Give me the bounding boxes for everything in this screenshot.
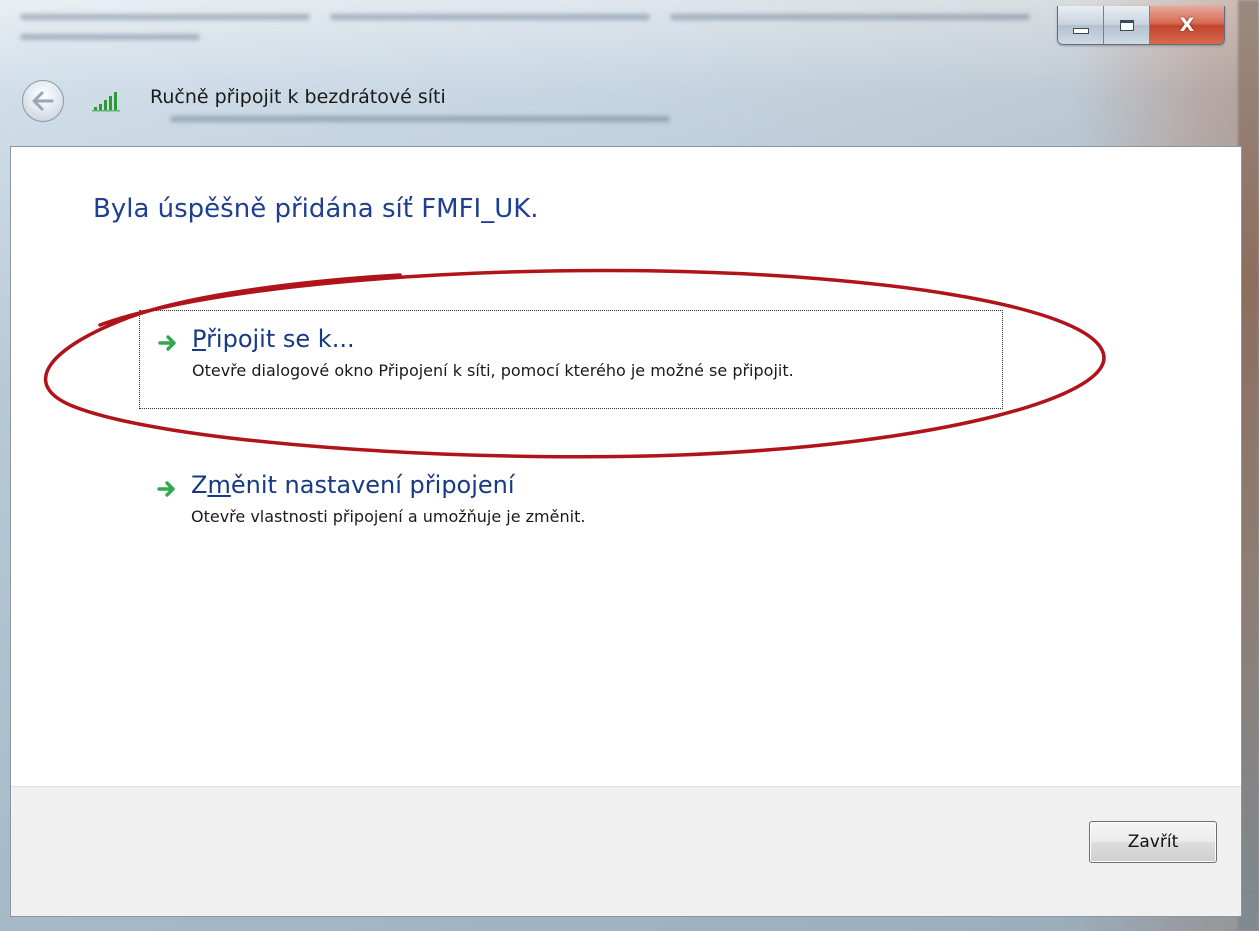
blurred-background-text <box>20 34 200 40</box>
wireless-signal-icon <box>92 92 120 112</box>
connect-to-title: Připojit se k... <box>192 325 355 353</box>
connect-to-title-text: řipojit se k... <box>206 325 355 353</box>
connect-to-description: Otevře dialogové okno Připojení k síti, … <box>192 361 794 380</box>
maximize-button[interactable] <box>1104 6 1150 44</box>
close-button[interactable]: Zavřít <box>1089 821 1217 863</box>
back-arrow-icon <box>32 91 54 111</box>
green-arrow-icon <box>158 335 176 351</box>
content-panel: Byla úspěšně přidána síť FMFI_UK. Připoj… <box>10 146 1242 917</box>
access-key-letter: P <box>192 325 207 353</box>
maximize-icon <box>1119 19 1134 31</box>
blurred-background-text <box>170 116 670 122</box>
change-settings-title-prefix: Z <box>191 471 208 499</box>
caption-buttons: X <box>1057 6 1225 45</box>
close-icon: X <box>1179 14 1195 36</box>
blurred-background-text <box>330 14 650 20</box>
footer-bar: Zavřít <box>11 786 1241 916</box>
minimize-icon <box>1072 28 1089 34</box>
blurred-background-text <box>670 14 1030 20</box>
close-window-button[interactable]: X <box>1150 6 1224 44</box>
change-settings-description: Otevře vlastnosti připojení a umožňuje j… <box>191 507 586 526</box>
blurred-background-text <box>20 14 310 20</box>
change-connection-settings-link[interactable]: Změnit nastavení připojení Otevře vlastn… <box>139 457 1003 556</box>
main-heading: Byla úspěšně přidána síť FMFI_UK. <box>93 194 539 224</box>
green-arrow-icon <box>157 481 175 497</box>
change-settings-title: Změnit nastavení připojení <box>191 471 515 499</box>
back-button[interactable] <box>22 80 64 122</box>
minimize-button[interactable] <box>1058 6 1104 44</box>
access-key-letter: m <box>207 471 231 499</box>
change-settings-title-text: ěnit nastavení připojení <box>230 471 515 499</box>
connect-to-command-link[interactable]: Připojit se k... Otevře dialogové okno P… <box>139 310 1003 409</box>
page-title: Ručně připojit k bezdrátové síti <box>150 86 446 108</box>
